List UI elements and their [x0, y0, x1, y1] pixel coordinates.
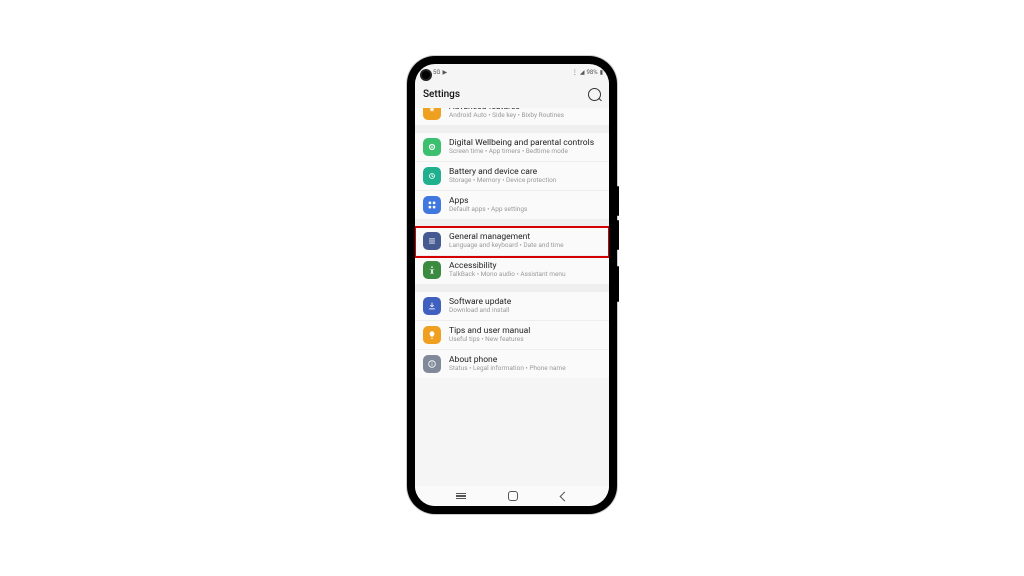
page-title: Settings [423, 89, 460, 100]
general-icon [423, 232, 441, 250]
apps-icon [423, 196, 441, 214]
tips-icon [423, 326, 441, 344]
about-icon [423, 355, 441, 373]
item-subtitle: Language and keyboard • Date and time [449, 242, 564, 250]
settings-item-a11y[interactable]: AccessibilityTalkBack • Mono audio • Ass… [415, 255, 609, 284]
front-camera [422, 71, 430, 79]
phone-frame: 5G ▶ ⋮ ◢ 98% ▮ Settings Advanced feature… [407, 56, 617, 514]
item-subtitle: Android Auto • Side key • Bixby Routines [449, 112, 564, 120]
item-subtitle: Download and install [449, 307, 511, 315]
nav-recent-button[interactable] [456, 493, 466, 499]
a11y-icon [423, 261, 441, 279]
settings-item-update[interactable]: Software updateDownload and install [415, 292, 609, 320]
volume-up-button[interactable] [617, 186, 619, 216]
item-subtitle: Screen time • App timers • Bedtime mode [449, 148, 594, 156]
status-battery-text: 98% [587, 69, 598, 76]
volume-down-button[interactable] [617, 220, 619, 250]
settings-item-advanced[interactable]: Advanced featuresAndroid Auto • Side key… [415, 108, 609, 125]
power-button[interactable] [617, 266, 619, 302]
group-divider [415, 284, 609, 292]
status-net-icon: 5G [433, 69, 440, 76]
item-subtitle: TalkBack • Mono audio • Assistant menu [449, 271, 566, 279]
group-divider [415, 219, 609, 227]
settings-item-general[interactable]: General managementLanguage and keyboard … [415, 227, 609, 255]
screen: 5G ▶ ⋮ ◢ 98% ▮ Settings Advanced feature… [415, 64, 609, 506]
wellbeing-icon [423, 138, 441, 156]
battery-icon [423, 167, 441, 185]
navigation-bar [415, 486, 609, 506]
nav-back-button[interactable] [559, 491, 569, 501]
update-icon [423, 297, 441, 315]
status-battery-icon: ▮ [600, 69, 603, 76]
settings-item-tips[interactable]: Tips and user manualUseful tips • New fe… [415, 320, 609, 349]
status-video-icon: ▶ [442, 69, 447, 76]
settings-item-battery[interactable]: Battery and device careStorage • Memory … [415, 161, 609, 190]
status-signal-icon: ◢ [580, 69, 585, 76]
status-bar: 5G ▶ ⋮ ◢ 98% ▮ [415, 64, 609, 80]
advanced-icon [423, 108, 441, 120]
app-header: Settings [415, 80, 609, 108]
settings-item-about[interactable]: About phoneStatus • Legal information • … [415, 349, 609, 378]
item-subtitle: Useful tips • New features [449, 336, 530, 344]
item-subtitle: Default apps • App settings [449, 206, 527, 214]
status-wifi-icon: ⋮ [572, 69, 578, 76]
item-subtitle: Storage • Memory • Device protection [449, 177, 556, 185]
search-icon[interactable] [588, 88, 601, 101]
group-divider [415, 125, 609, 133]
settings-item-wellbeing[interactable]: Digital Wellbeing and parental controlsS… [415, 133, 609, 161]
nav-home-button[interactable] [508, 491, 518, 501]
settings-list[interactable]: Advanced featuresAndroid Auto • Side key… [415, 108, 609, 486]
item-subtitle: Status • Legal information • Phone name [449, 365, 566, 373]
settings-item-apps[interactable]: AppsDefault apps • App settings [415, 190, 609, 219]
